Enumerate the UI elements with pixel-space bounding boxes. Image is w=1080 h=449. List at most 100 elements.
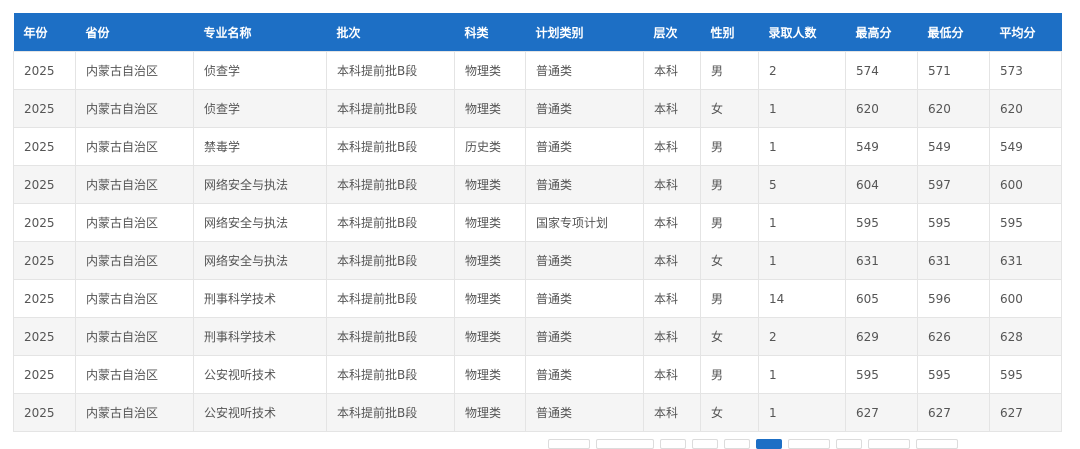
table-row: 2025 内蒙古自治区 刑事科学技术 本科提前批B段 物理类 普通类 本科女 2 629 626 6… <box>13 317 1062 356</box>
cell-year: 2025 <box>13 355 76 394</box>
pagination-button[interactable] <box>836 439 862 449</box>
pagination-button[interactable] <box>788 439 830 449</box>
cell-province: 内蒙古自治区 <box>75 165 194 204</box>
cell-plan-type: 国家专项计划 <box>525 203 644 242</box>
header-year[interactable]: 年份 <box>13 13 76 52</box>
cell-subject-category: 物理类 <box>454 393 526 432</box>
cell-max-score: 604 <box>845 165 918 204</box>
cell-gender: 女 <box>700 393 759 432</box>
cell-province: 内蒙古自治区 <box>75 203 194 242</box>
pagination-button[interactable] <box>868 439 910 449</box>
cell-batch: 本科提前批B段 <box>326 241 455 280</box>
header-admitted-count[interactable]: 录取人数 <box>758 13 846 52</box>
cell-admitted-count: 1 <box>758 355 846 394</box>
pagination-button[interactable] <box>724 439 750 449</box>
cell-gender: 女 <box>700 317 759 356</box>
header-min-score[interactable]: 最低分 <box>917 13 990 52</box>
header-province[interactable]: 省份 <box>75 13 194 52</box>
cell-plan-type: 普通类 <box>525 241 644 280</box>
cell-level: 本科 <box>643 393 701 432</box>
cell-level: 本科 <box>643 317 701 356</box>
table-row: 2025 内蒙古自治区 侦查学 本科提前批B段 物理类 普通类 本科男 2 574 571 573 <box>13 51 1062 90</box>
cell-plan-type: 普通类 <box>525 165 644 204</box>
header-batch[interactable]: 批次 <box>326 13 455 52</box>
cell-batch: 本科提前批B段 <box>326 393 455 432</box>
cell-max-score: 627 <box>845 393 918 432</box>
cell-major: 禁毒学 <box>193 127 327 166</box>
pagination-button[interactable] <box>916 439 958 449</box>
header-gender[interactable]: 性别 <box>700 13 759 52</box>
cell-admitted-count: 2 <box>758 317 846 356</box>
cell-avg-score: 631 <box>989 241 1062 280</box>
cell-major: 网络安全与执法 <box>193 241 327 280</box>
cell-major: 侦查学 <box>193 89 327 128</box>
table-header-row: 年份 省份 专业名称 批次 科类 计划类别 层次 性别 录取人数 最高分 最低分… <box>13 13 1062 52</box>
cell-major: 网络安全与执法 <box>193 203 327 242</box>
cell-major: 公安视听技术 <box>193 355 327 394</box>
cell-min-score: 596 <box>917 279 990 318</box>
cell-batch: 本科提前批B段 <box>326 279 455 318</box>
cell-max-score: 620 <box>845 89 918 128</box>
cell-year: 2025 <box>13 279 76 318</box>
cell-batch: 本科提前批B段 <box>326 165 455 204</box>
pagination-button[interactable] <box>692 439 718 449</box>
cell-admitted-count: 1 <box>758 241 846 280</box>
header-plan-type[interactable]: 计划类别 <box>525 13 644 52</box>
cell-batch: 本科提前批B段 <box>326 203 455 242</box>
cell-batch: 本科提前批B段 <box>326 355 455 394</box>
header-major[interactable]: 专业名称 <box>193 13 327 52</box>
cell-min-score: 620 <box>917 89 990 128</box>
cell-avg-score: 595 <box>989 355 1062 394</box>
cell-batch: 本科提前批B段 <box>326 317 455 356</box>
cell-province: 内蒙古自治区 <box>75 393 194 432</box>
table-row: 2025 内蒙古自治区 侦查学 本科提前批B段 物理类 普通类 本科女 1 620 620 620 <box>13 89 1062 128</box>
table-row: 2025 内蒙古自治区 公安视听技术 本科提前批B段 物理类 普通类 本科男 1 595 595 5… <box>13 355 1062 394</box>
admissions-table-container: 年份 省份 专业名称 批次 科类 计划类别 层次 性别 录取人数 最高分 最低分… <box>13 13 1062 432</box>
header-max-score[interactable]: 最高分 <box>845 13 918 52</box>
table-row: 2025 内蒙古自治区 网络安全与执法 本科提前批B段 物理类 普通类 本科女 1 631 631… <box>13 241 1062 280</box>
header-subject-category[interactable]: 科类 <box>454 13 526 52</box>
cell-max-score: 605 <box>845 279 918 318</box>
header-avg-score[interactable]: 平均分 <box>989 13 1062 52</box>
cell-avg-score: 620 <box>989 89 1062 128</box>
cell-plan-type: 普通类 <box>525 51 644 90</box>
pagination <box>548 439 958 449</box>
cell-year: 2025 <box>13 203 76 242</box>
cell-year: 2025 <box>13 165 76 204</box>
cell-subject-category: 物理类 <box>454 355 526 394</box>
cell-admitted-count: 1 <box>758 393 846 432</box>
cell-avg-score: 595 <box>989 203 1062 242</box>
cell-province: 内蒙古自治区 <box>75 317 194 356</box>
cell-province: 内蒙古自治区 <box>75 51 194 90</box>
cell-admitted-count: 2 <box>758 51 846 90</box>
cell-max-score: 574 <box>845 51 918 90</box>
cell-admitted-count: 14 <box>758 279 846 318</box>
pagination-button[interactable] <box>548 439 590 449</box>
cell-gender: 男 <box>700 165 759 204</box>
cell-subject-category: 物理类 <box>454 165 526 204</box>
cell-subject-category: 物理类 <box>454 89 526 128</box>
table-row: 2025 内蒙古自治区 网络安全与执法 本科提前批B段 物理类 国家专项计划 本科男 1 595… <box>13 203 1062 242</box>
admissions-table: 年份 省份 专业名称 批次 科类 计划类别 层次 性别 录取人数 最高分 最低分… <box>13 13 1062 432</box>
cell-plan-type: 普通类 <box>525 317 644 356</box>
cell-major: 刑事科学技术 <box>193 279 327 318</box>
cell-admitted-count: 1 <box>758 127 846 166</box>
cell-year: 2025 <box>13 127 76 166</box>
cell-plan-type: 普通类 <box>525 279 644 318</box>
cell-admitted-count: 5 <box>758 165 846 204</box>
cell-year: 2025 <box>13 89 76 128</box>
pagination-button[interactable] <box>596 439 654 449</box>
cell-min-score: 571 <box>917 51 990 90</box>
cell-avg-score: 627 <box>989 393 1062 432</box>
cell-max-score: 595 <box>845 203 918 242</box>
cell-level: 本科 <box>643 203 701 242</box>
pagination-current-page[interactable] <box>756 439 782 449</box>
cell-level: 本科 <box>643 279 701 318</box>
cell-avg-score: 600 <box>989 165 1062 204</box>
cell-batch: 本科提前批B段 <box>326 127 455 166</box>
pagination-button[interactable] <box>660 439 686 449</box>
cell-gender: 男 <box>700 203 759 242</box>
cell-gender: 女 <box>700 241 759 280</box>
cell-subject-category: 物理类 <box>454 317 526 356</box>
header-level[interactable]: 层次 <box>643 13 701 52</box>
